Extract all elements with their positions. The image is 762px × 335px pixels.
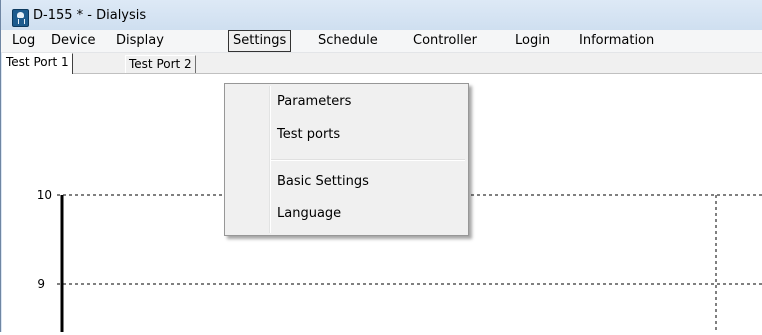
menu-separator bbox=[271, 159, 465, 161]
title-bar[interactable]: D-155 * - Dialysis bbox=[1, 0, 762, 30]
menu-controller[interactable]: Controller bbox=[409, 31, 481, 51]
application-window: D-155 * - Dialysis Log Device Display Se… bbox=[0, 0, 762, 332]
menu-information[interactable]: Information bbox=[575, 31, 658, 51]
menu-log[interactable]: Log bbox=[8, 31, 39, 51]
menu-device[interactable]: Device bbox=[47, 31, 99, 51]
menu-item-basic-settings[interactable]: Basic Settings bbox=[277, 169, 369, 195]
menu-item-parameters[interactable]: Parameters bbox=[277, 89, 351, 115]
menu-settings[interactable]: Settings bbox=[228, 30, 292, 52]
window-title: D-155 * - Dialysis bbox=[33, 8, 147, 23]
menu-item-language[interactable]: Language bbox=[277, 201, 341, 227]
settings-dropdown-menu: Parameters Test ports Basic Settings Lan… bbox=[224, 83, 469, 236]
menu-item-test-ports[interactable]: Test ports bbox=[277, 122, 340, 148]
menu-schedule[interactable]: Schedule bbox=[314, 31, 382, 51]
tab-strip: Test Port 1 Test Port 2 bbox=[2, 53, 762, 74]
app-icon[interactable] bbox=[12, 9, 29, 27]
y-tick-9: 9 bbox=[37, 277, 45, 291]
menu-login[interactable]: Login bbox=[511, 31, 554, 51]
menu-display[interactable]: Display bbox=[112, 31, 168, 51]
tab-test-port-1[interactable]: Test Port 1 bbox=[2, 53, 73, 74]
menu-bar: Log Device Display Settings Schedule Con… bbox=[1, 30, 762, 53]
y-tick-10: 10 bbox=[37, 188, 52, 202]
tab-test-port-2[interactable]: Test Port 2 bbox=[125, 55, 196, 73]
